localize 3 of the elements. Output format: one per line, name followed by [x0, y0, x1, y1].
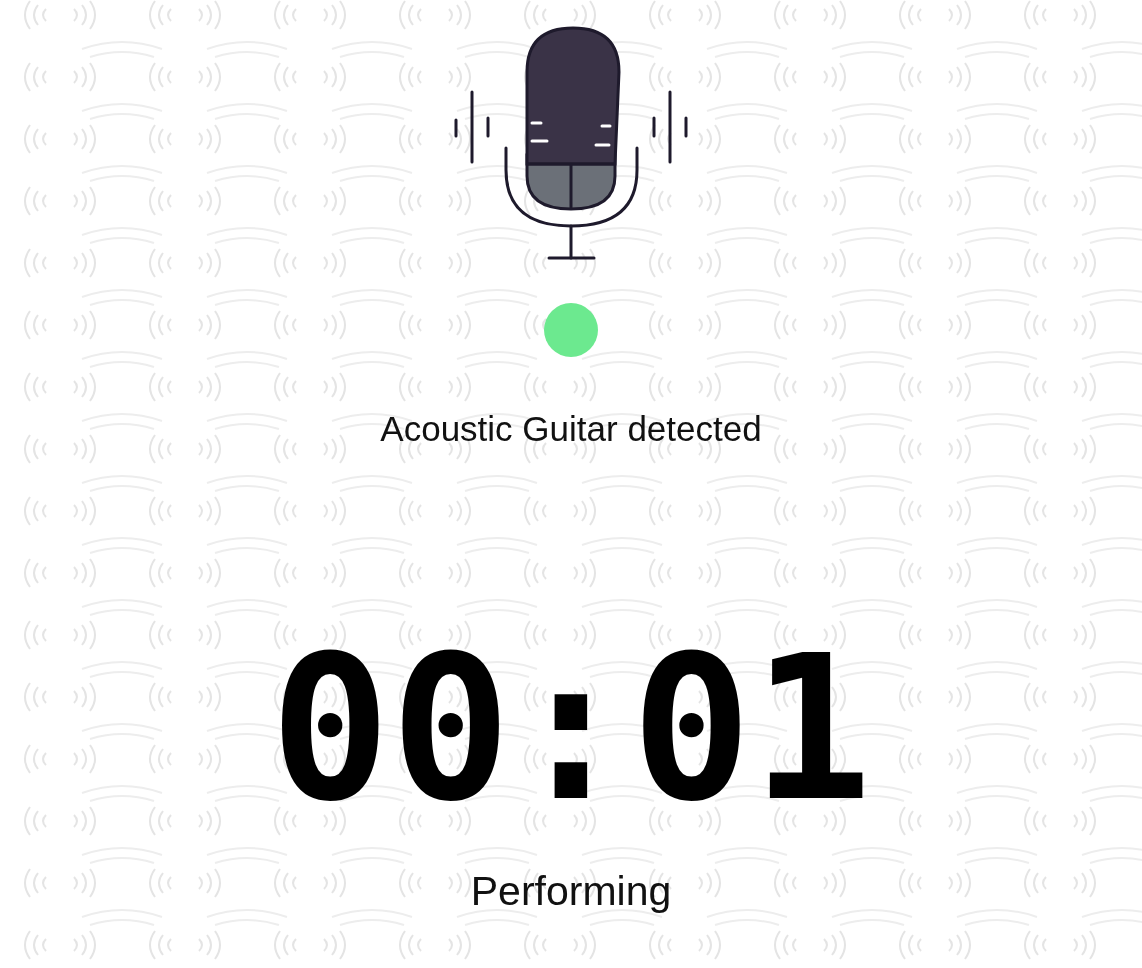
elapsed-timer: 00:01	[269, 639, 873, 819]
status-message: Acoustic Guitar detected	[380, 409, 762, 449]
state-label: Performing	[470, 867, 672, 915]
